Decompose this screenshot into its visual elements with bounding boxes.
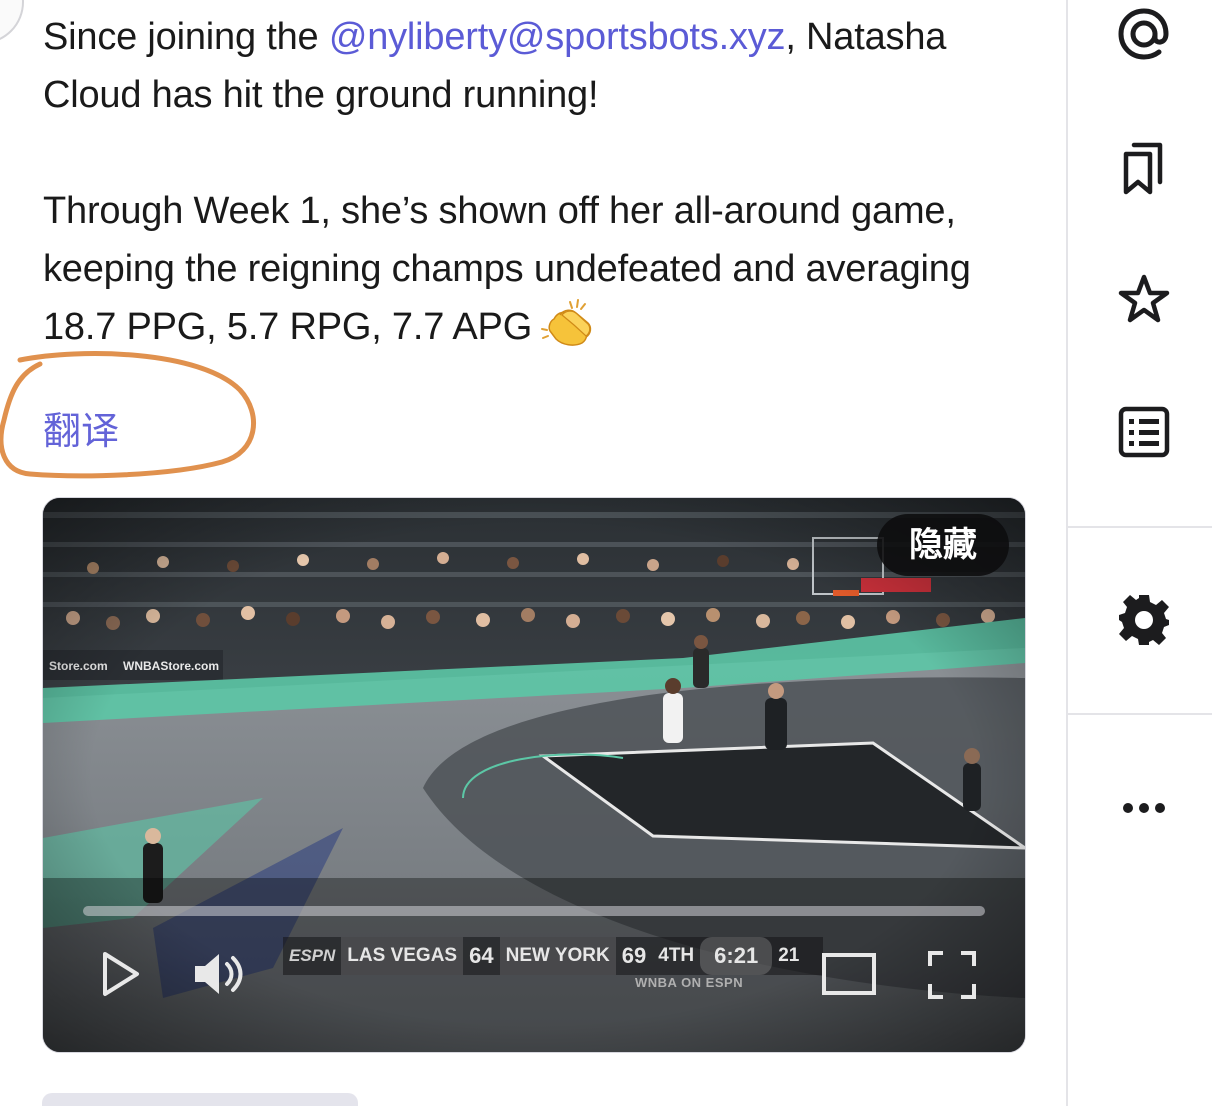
star-icon[interactable] xyxy=(1116,272,1172,328)
scorebug-home-team: NEW YORK xyxy=(499,937,616,975)
bookmarks-icon[interactable] xyxy=(1116,140,1172,196)
post: Since joining the @nyliberty@sportsbots.… xyxy=(0,0,1066,1106)
scorebug-network: ESPN xyxy=(289,946,336,965)
post-body: Since joining the @nyliberty@sportsbots.… xyxy=(43,8,1043,356)
translate-link[interactable]: 翻译 xyxy=(43,400,119,455)
fullscreen-icon[interactable] xyxy=(927,950,977,1000)
post-paragraph-2: Through Week 1, she’s shown off her all-… xyxy=(43,182,1043,356)
sidebar-divider xyxy=(1068,526,1212,528)
next-item-chip[interactable] xyxy=(42,1093,358,1106)
scorebug-away-team: LAS VEGAS xyxy=(341,937,464,975)
post-stats-text: Through Week 1, she’s shown off her all-… xyxy=(43,190,971,348)
game-scorebug: ESPN LAS VEGAS 64 NEW YORK 69 4TH 6:21 2… xyxy=(283,937,823,975)
list-icon[interactable] xyxy=(1116,404,1172,460)
scorebug-subtitle: WNBA ON ESPN xyxy=(635,975,744,990)
hand-drawn-annotation-circle xyxy=(0,351,256,479)
post-text-intro: Since joining the xyxy=(43,16,329,58)
clapping-hands-emoji xyxy=(541,299,592,346)
scorebug-home-score: 69 xyxy=(621,943,647,968)
scorebug-quarter: 4TH xyxy=(658,945,695,966)
mention-link[interactable]: @nyliberty@sportsbots.xyz xyxy=(329,16,786,58)
scorebug-game-clock: 6:21 xyxy=(700,937,773,975)
more-options-icon[interactable] xyxy=(1116,780,1172,836)
video-player[interactable]: Store.com WNBAStore.com xyxy=(42,497,1026,1053)
scorebug-away-score: 64 xyxy=(469,943,494,968)
volume-icon[interactable] xyxy=(191,948,245,1000)
post-paragraph-1: Since joining the @nyliberty@sportsbots.… xyxy=(43,8,1043,124)
picture-in-picture-icon[interactable] xyxy=(821,952,877,996)
right-sidebar xyxy=(1066,0,1212,1106)
play-icon[interactable] xyxy=(101,950,141,998)
hide-media-button[interactable]: 隐藏 xyxy=(877,514,1009,576)
mention-icon[interactable] xyxy=(1116,6,1172,62)
sidebar-divider xyxy=(1068,713,1212,715)
scorebug-shot-clock: 21 xyxy=(778,945,800,966)
video-progress-bar[interactable] xyxy=(83,906,985,916)
page: Since joining the @nyliberty@sportsbots.… xyxy=(0,0,1212,1106)
settings-gear-icon[interactable] xyxy=(1116,592,1172,648)
